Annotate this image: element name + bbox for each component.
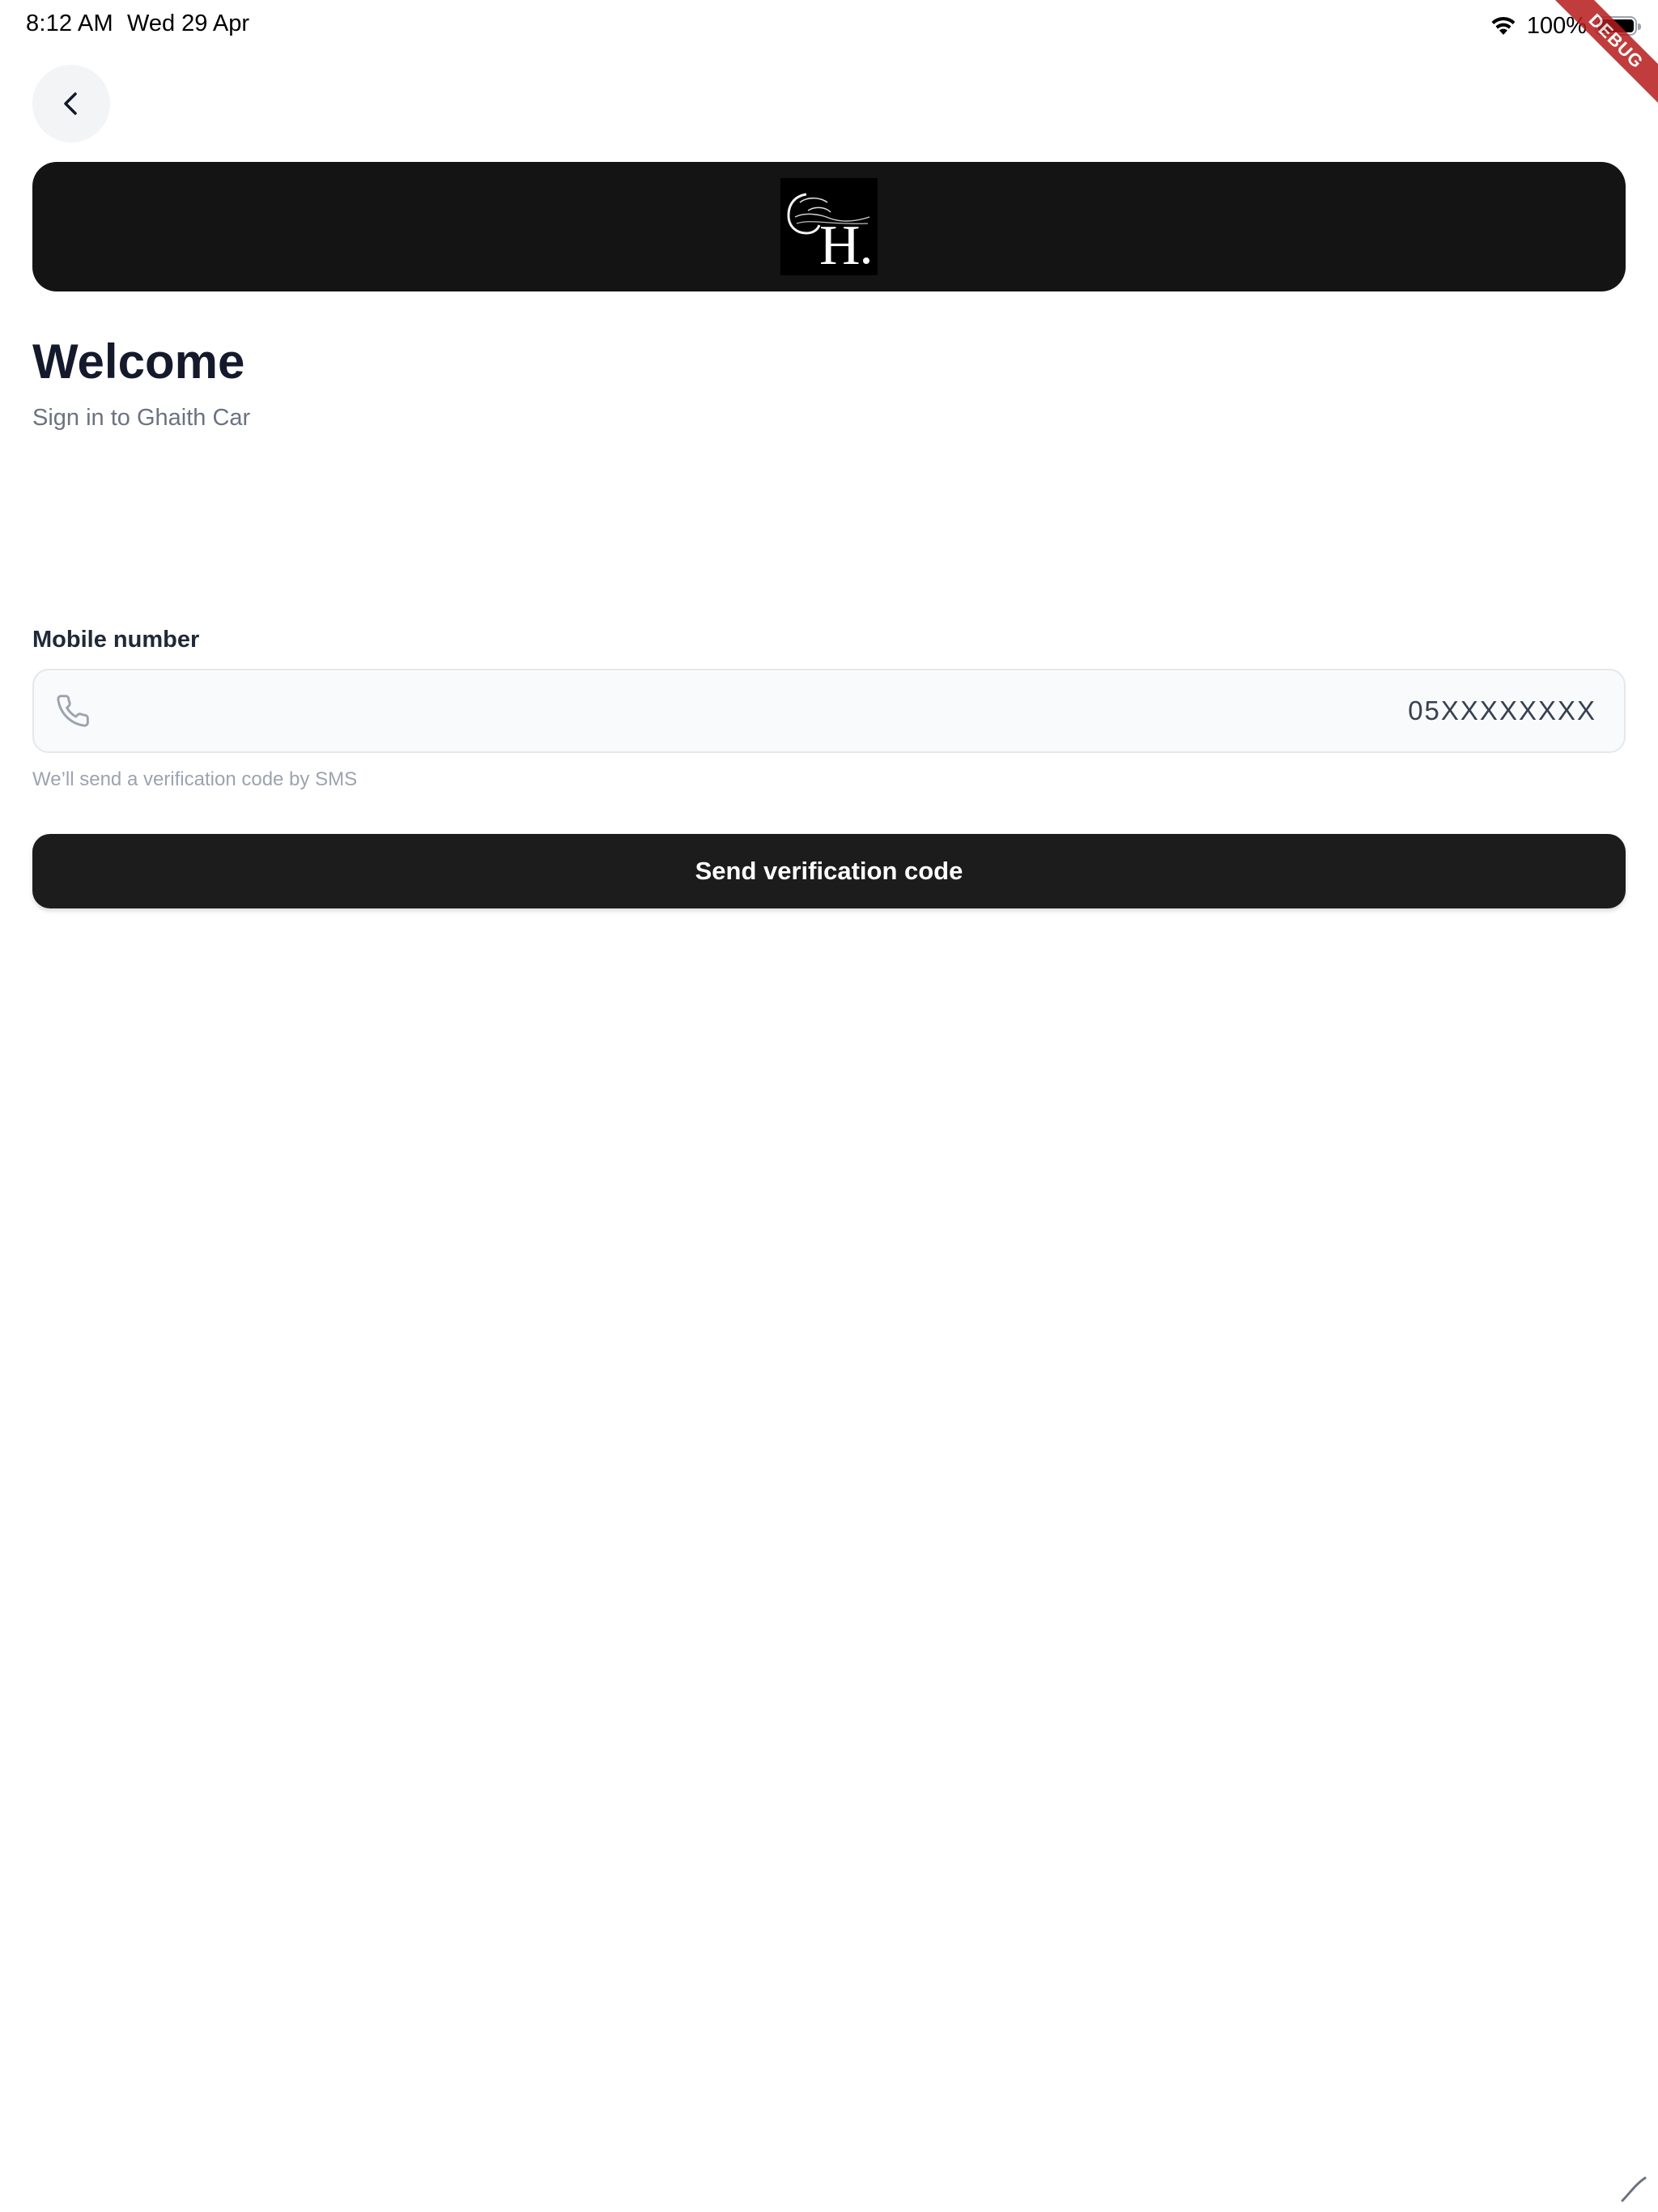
status-time: 8:12 AM: [26, 11, 113, 36]
brand-logo: H: [780, 178, 878, 277]
sms-helper-text: We’ll send a verification code by SMS: [32, 768, 358, 790]
send-verification-code-button[interactable]: Send verification code: [32, 834, 1626, 908]
welcome-subtitle: Sign in to Ghaith Car: [32, 405, 251, 431]
mobile-number-field[interactable]: [32, 669, 1626, 753]
resize-handle-icon[interactable]: [1618, 2172, 1650, 2204]
wifi-icon: [1491, 16, 1516, 35]
sign-in-screen: 8:12 AM Wed 29 Apr 100% DEBUG H Welcome …: [0, 0, 1658, 2212]
logo-monogram: H: [787, 193, 870, 277]
svg-text:H: H: [819, 215, 861, 275]
status-bar: 8:12 AM Wed 29 Apr 100%: [0, 0, 1658, 52]
back-button[interactable]: [32, 65, 110, 143]
battery-cap: [1638, 23, 1641, 30]
welcome-title: Welcome: [32, 334, 245, 389]
mobile-number-input[interactable]: [115, 670, 1596, 751]
chevron-left-icon: [64, 92, 77, 115]
status-date: Wed 29 Apr: [127, 11, 250, 36]
phone-icon: [57, 695, 89, 727]
mobile-number-label: Mobile number: [32, 627, 200, 653]
brand-banner: H: [32, 162, 1626, 291]
